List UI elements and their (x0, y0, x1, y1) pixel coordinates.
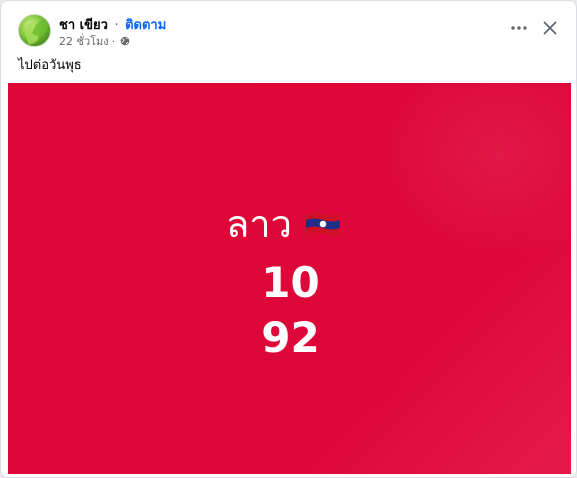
more-horizontal-icon (511, 26, 527, 30)
follow-link[interactable]: ติดตาม (125, 18, 166, 33)
post-caption: ไปต่อวันพุธ (18, 58, 82, 73)
country-label: ลาว (226, 202, 292, 246)
meta-separator: · (111, 34, 116, 48)
country-row: ลาว (226, 205, 342, 243)
lottery-number-2: 92 (261, 313, 320, 362)
lottery-number-1: 10 (261, 258, 320, 307)
image-sheen (371, 83, 571, 263)
post-meta: 22 ชั่วโมง · (59, 32, 130, 50)
close-button[interactable] (539, 17, 561, 39)
post-timestamp[interactable]: 22 ชั่วโมง (59, 32, 109, 50)
laos-flag-icon (304, 209, 342, 239)
more-options-button[interactable] (508, 17, 530, 39)
header-separator: · (114, 18, 119, 33)
close-icon (543, 21, 557, 35)
author-avatar[interactable] (18, 14, 51, 47)
post-image[interactable]: ลาว 10 92 (8, 83, 571, 474)
globe-icon[interactable] (120, 36, 130, 46)
author-name[interactable]: ชา เขียว (59, 18, 108, 33)
post-card: ชา เขียว · ติดตาม 22 ชั่วโมง · ไปต่อวันพ… (0, 0, 577, 478)
